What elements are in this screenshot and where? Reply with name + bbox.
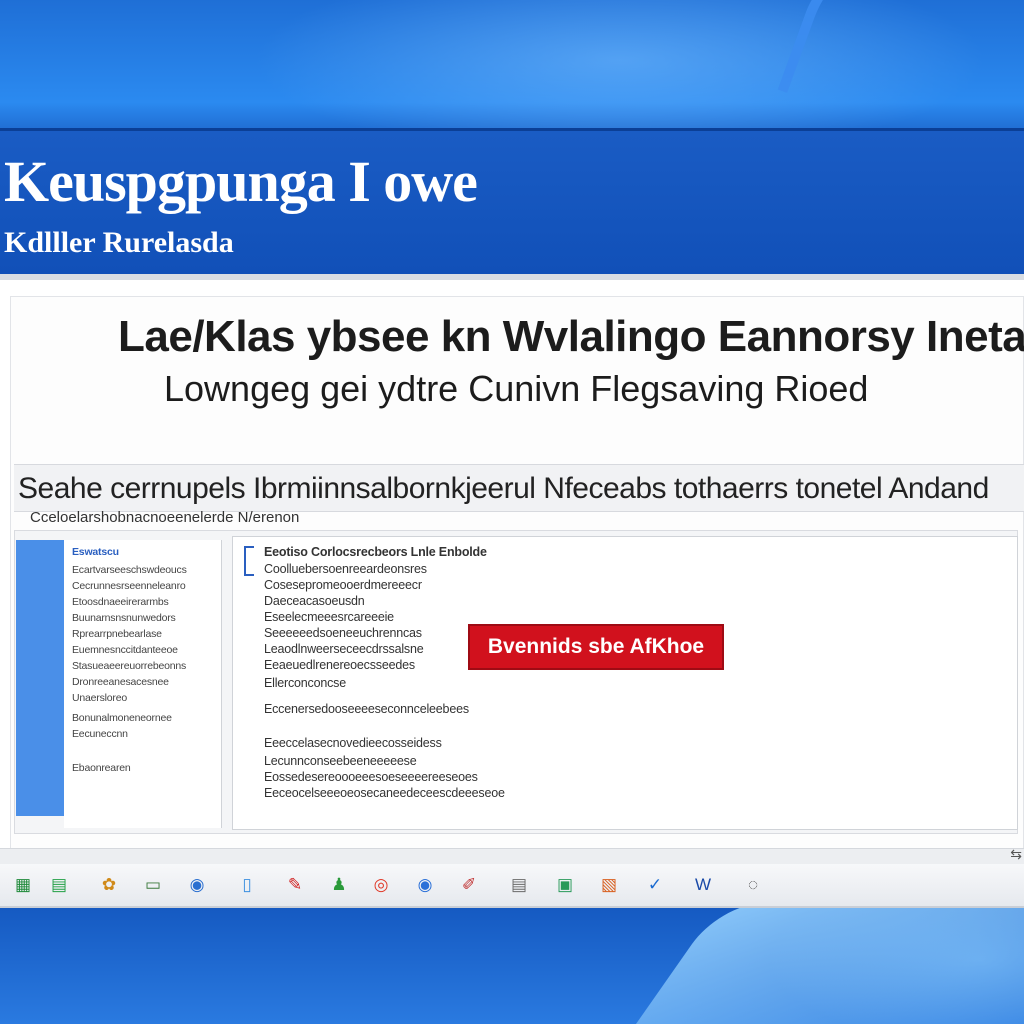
page-subheadline: Lowngeg gei ydtre Cunivn Flegsaving Rioe… xyxy=(164,368,869,409)
people-icon[interactable]: ♟ xyxy=(326,872,352,898)
notes-icon[interactable]: ▤ xyxy=(506,872,532,898)
sidebar-heading[interactable]: Eswatscu xyxy=(72,546,119,558)
desktop-lower xyxy=(0,908,1024,1024)
check-icon[interactable]: ✓ xyxy=(642,872,668,898)
sidebar-item[interactable]: Ecartvarseeschswdeoucs xyxy=(72,564,187,576)
sidebar-item[interactable]: Ebaonrearen xyxy=(72,762,131,774)
doc-line: Eeotiso Corlocsrecbeors Lnle Enbolde xyxy=(264,545,487,559)
sidebar-item[interactable]: Euemnesnccitdanteeoe xyxy=(72,644,178,656)
spreadsheet-icon[interactable]: ▤ xyxy=(46,872,72,898)
doc-line: Eeeccelasecnovedieecosseidess xyxy=(264,736,442,750)
doc-line: Eseelecmeeesrcareeeie xyxy=(264,610,394,624)
sheet-icon[interactable]: ▦ xyxy=(10,872,36,898)
sidebar-item[interactable]: Stasueaeereuorrebeonns xyxy=(72,660,186,672)
doc-line: Lecunnconseebeeneeeeese xyxy=(264,754,417,768)
sidebar-item[interactable]: Buunarnsnsnunwedors xyxy=(72,612,176,624)
browser-icon[interactable]: ◉ xyxy=(412,872,438,898)
search-icon[interactable]: ◌ xyxy=(740,872,766,898)
sidebar-item[interactable]: Etoosdnaeeirerarmbs xyxy=(72,596,169,608)
document-icon[interactable]: ▯ xyxy=(234,872,260,898)
word-icon[interactable]: W xyxy=(690,872,716,898)
paint-icon[interactable]: ✎ xyxy=(282,872,308,898)
photo-icon[interactable]: ▧ xyxy=(596,872,622,898)
doc-line: Ellerconconcse xyxy=(264,676,346,690)
doc-line: Eccenersedooseeeeseconnceleebees xyxy=(264,702,469,716)
resize-icon[interactable]: ⇆ xyxy=(1010,846,1022,863)
app-subtitle: Kdlller Rurelasda xyxy=(4,226,234,259)
doc-line: Seeeeeedsoeneeuchrenncas xyxy=(264,626,422,640)
primary-action-button[interactable]: Bvennids sbe AfKhoe xyxy=(468,624,724,670)
doc-line: Cosesepromeooerdmereeecr xyxy=(264,578,422,592)
doc-line: Eeceocelseeeoeosecaneedeceescdeeeseoe xyxy=(264,786,505,800)
sidebar-accent xyxy=(16,540,64,816)
banner-text: Seahe cerrnupels Ibrmiinnsalbornkjeerul … xyxy=(18,472,989,505)
sidebar-item[interactable]: Unaersloreo xyxy=(72,692,127,704)
doc-line: Daeceacasoeusdn xyxy=(264,594,365,608)
sidebar-item[interactable]: Cecrunnesrseenneleanro xyxy=(72,580,186,592)
doc-line: Eossedesereoooeeesoeseeeereeseoes xyxy=(264,770,478,784)
doc-line: Leaodlnweerseceecdrssalsne xyxy=(264,642,424,656)
banner-subtext: Cceloelarshobnacnoeenelerde N/erenon xyxy=(30,509,300,526)
chrome-icon[interactable]: ◎ xyxy=(368,872,394,898)
calendar-icon[interactable]: ▣ xyxy=(552,872,578,898)
monitor-icon[interactable]: ▭ xyxy=(140,872,166,898)
bracket-icon xyxy=(244,546,254,576)
sidebar-item[interactable]: Dronreeanesacesnee xyxy=(72,676,169,688)
globe-icon[interactable]: ◉ xyxy=(184,872,210,898)
sidebar-item[interactable]: Eecuneccnn xyxy=(72,728,128,740)
page-headline: Lae/Klas ybsee kn Wvlalingo Eannorsy Ine… xyxy=(118,312,1024,361)
sidebar: Eswatscu Ecartvarseeschswdeoucs Cecrunne… xyxy=(64,540,222,828)
sidebar-item[interactable]: Bonunalmoneneornee xyxy=(72,712,172,724)
pencil-icon[interactable]: ✐ xyxy=(456,872,482,898)
sidebar-item[interactable]: Rprearrpnebearlase xyxy=(72,628,162,640)
doc-line: Coolluebersoenreeardeonsres xyxy=(264,562,427,576)
app-title: Keuspgpunga I owe xyxy=(4,149,478,214)
gallery-icon[interactable]: ✿ xyxy=(96,872,122,898)
doc-line: Eeaeuedlrenereoecsseedes xyxy=(264,658,415,672)
